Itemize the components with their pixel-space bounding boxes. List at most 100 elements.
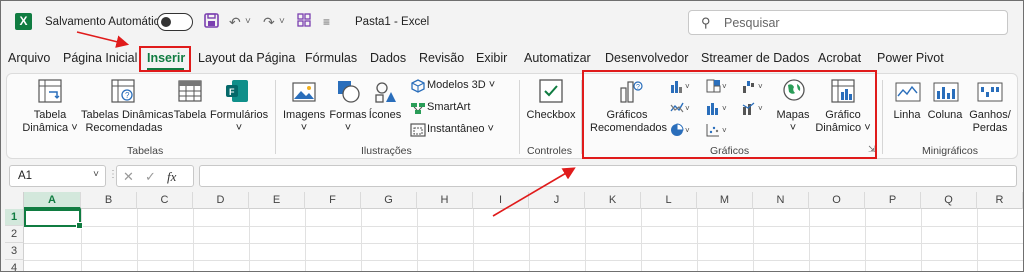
insert-function-icon[interactable]: fx	[167, 169, 176, 185]
gridline	[529, 209, 530, 271]
recommended-pivot-icon[interactable]: ?	[110, 78, 136, 107]
formas-dropdown-icon: ˅	[344, 122, 352, 134]
chevron-down-icon[interactable]: ˅	[93, 169, 99, 180]
column-header-a[interactable]: A	[24, 192, 81, 209]
undo-icon[interactable]: ↶	[229, 13, 241, 31]
tab-desenvolvedor[interactable]: Desenvolvedor	[605, 51, 688, 65]
tab-exibir[interactable]: Exibir	[476, 51, 507, 65]
column-header-h[interactable]: H	[417, 192, 473, 209]
smartart-button[interactable]: SmartArt	[427, 101, 470, 113]
tab-streamer-de-dados[interactable]: Streamer de Dados	[701, 51, 809, 65]
column-header-g[interactable]: G	[361, 192, 417, 209]
sparkline-column-icon[interactable]	[933, 82, 959, 105]
gridline	[24, 243, 1023, 244]
modelos-3d-button[interactable]: Modelos 3D ˅	[427, 79, 495, 91]
tab-pagina-inicial[interactable]: Página Inicial	[63, 51, 137, 65]
column-header-q[interactable]: Q	[921, 192, 977, 209]
coluna-button[interactable]: Coluna	[925, 109, 965, 122]
shapes-icon[interactable]	[335, 78, 361, 107]
row-header-4[interactable]: 4	[5, 260, 24, 271]
tabelas-rec-label-1: Tabelas Dinâmicas	[81, 109, 174, 121]
formularios-button[interactable]: Formulários ˅	[210, 109, 268, 135]
formas-button[interactable]: Formas ˅	[327, 109, 369, 135]
select-all-button[interactable]	[5, 192, 24, 209]
tabelas-rec-label-2: Recomendadas	[85, 122, 163, 134]
checkbox-icon[interactable]	[538, 78, 564, 107]
formula-bar: A1 ˅ ⋮ ✕ ✓ fx	[6, 164, 1018, 188]
form-grid-icon[interactable]	[297, 13, 311, 31]
redo-dropdown-icon[interactable]: ˅	[279, 13, 285, 31]
group-separator	[275, 80, 276, 154]
icones-button[interactable]: Ícones	[367, 109, 403, 122]
formula-buttons: ✕ ✓ fx	[116, 165, 194, 187]
row-header-3[interactable]: 3	[5, 243, 24, 260]
tab-acrobat[interactable]: Acrobat	[818, 51, 861, 65]
undo-dropdown-icon[interactable]: ˅	[245, 13, 251, 31]
name-box[interactable]: A1 ˅	[9, 165, 106, 187]
formularios-label: Formulários	[210, 109, 269, 121]
tab-dados[interactable]: Dados	[370, 51, 406, 65]
column-header-k[interactable]: K	[585, 192, 641, 209]
formularios-dropdown-icon: ˅	[235, 122, 243, 134]
icons-icon[interactable]	[374, 80, 398, 107]
tab-layout-da-pagina[interactable]: Layout da Página	[198, 51, 295, 65]
group-label-ilustracoes: Ilustrações	[361, 145, 412, 157]
column-header-b[interactable]: B	[81, 192, 137, 209]
tabela-dinamica-button[interactable]: Tabela Dinâmica ˅	[18, 109, 82, 135]
images-icon[interactable]	[291, 80, 317, 107]
ganhos-perdas-button[interactable]: Ganhos/ Perdas	[963, 109, 1017, 135]
column-header-l[interactable]: L	[641, 192, 697, 209]
tab-automatizar[interactable]: Automatizar	[524, 51, 591, 65]
cancel-icon[interactable]: ✕	[123, 169, 134, 185]
column-header-n[interactable]: N	[753, 192, 809, 209]
search-box[interactable]: ⚲ Pesquisar	[688, 10, 1008, 35]
instantaneo-button[interactable]: Instantâneo ˅	[427, 123, 494, 135]
save-icon[interactable]	[204, 13, 219, 31]
imagens-button[interactable]: Imagens ˅	[283, 109, 325, 135]
column-header-row: A B C D E F G H I J K L M N O P Q R	[5, 192, 1023, 209]
tabela-button[interactable]: Tabela	[170, 109, 210, 122]
tab-formulas[interactable]: Fórmulas	[305, 51, 357, 65]
customize-toolbar-icon[interactable]: ≡	[323, 13, 330, 31]
window-title: Pasta1 - Excel	[355, 16, 430, 28]
gridline	[24, 260, 1023, 261]
row-header-2[interactable]: 2	[5, 226, 24, 243]
column-header-c[interactable]: C	[137, 192, 193, 209]
column-header-f[interactable]: F	[305, 192, 361, 209]
tabelas-dinamicas-recomendadas-button[interactable]: Tabelas Dinâmicas Recomendadas	[81, 109, 174, 135]
redo-icon[interactable]: ↷	[263, 13, 275, 31]
forms-icon[interactable]: F	[224, 78, 250, 107]
column-header-i[interactable]: I	[473, 192, 529, 209]
linha-button[interactable]: Linha	[889, 109, 925, 122]
column-header-o[interactable]: O	[809, 192, 865, 209]
column-header-p[interactable]: P	[865, 192, 921, 209]
gridline	[641, 209, 642, 271]
column-header-r[interactable]: R	[977, 192, 1023, 209]
sparkline-winloss-icon[interactable]	[977, 82, 1003, 105]
tab-power-pivot[interactable]: Power Pivot	[877, 51, 944, 65]
highlight-graficos-group	[582, 70, 877, 159]
autosave-toggle[interactable]	[157, 13, 193, 31]
gridline	[753, 209, 754, 271]
tab-arquivo[interactable]: Arquivo	[8, 51, 50, 65]
worksheet-grid[interactable]: A B C D E F G H I J K L M N O P Q R 1 2 …	[5, 192, 1023, 271]
enter-icon[interactable]: ✓	[145, 169, 156, 185]
gridline	[417, 209, 418, 271]
svg-text:F: F	[229, 87, 235, 97]
table-icon[interactable]	[177, 78, 203, 107]
column-header-m[interactable]: M	[697, 192, 753, 209]
column-header-j[interactable]: J	[529, 192, 585, 209]
column-header-d[interactable]: D	[193, 192, 249, 209]
sparkline-line-icon[interactable]	[895, 82, 921, 105]
gridline	[81, 209, 82, 271]
checkbox-button[interactable]: Checkbox	[524, 109, 578, 122]
column-header-e[interactable]: E	[249, 192, 305, 209]
pivot-table-icon[interactable]	[37, 78, 63, 107]
active-cell-a1[interactable]	[24, 209, 83, 229]
imagens-dropdown-icon: ˅	[300, 122, 308, 134]
row-header-1[interactable]: 1	[5, 209, 24, 226]
gridline	[977, 209, 978, 271]
formula-input[interactable]	[199, 165, 1017, 187]
tab-revisao[interactable]: Revisão	[419, 51, 464, 65]
group-label-tabelas: Tabelas	[127, 145, 164, 157]
